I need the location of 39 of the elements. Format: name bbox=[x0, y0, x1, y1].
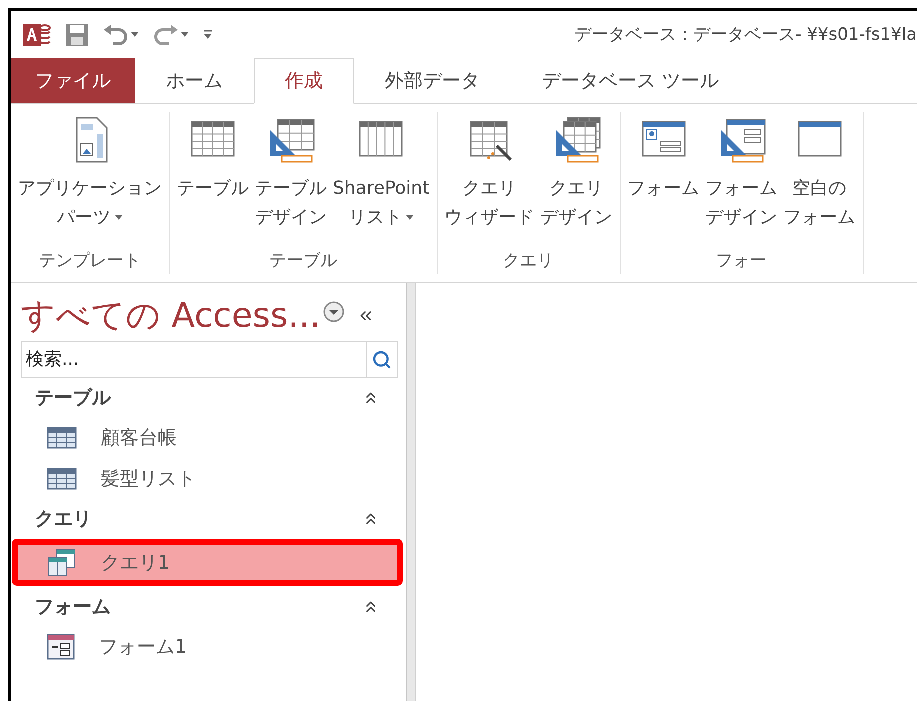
undo-icon[interactable] bbox=[103, 24, 129, 46]
save-icon[interactable] bbox=[65, 22, 89, 46]
query-icon bbox=[47, 548, 77, 576]
customize-toolbar-icon[interactable] bbox=[203, 30, 213, 40]
section-header[interactable]: フォーム bbox=[35, 594, 111, 620]
ribbon-button[interactable]: テーブル bbox=[176, 112, 250, 249]
dropdown-icon[interactable] bbox=[322, 301, 345, 323]
group-label: テーブル bbox=[269, 250, 338, 273]
ribbon-button[interactable]: クエリ デザイン bbox=[540, 112, 614, 249]
table-icon bbox=[47, 468, 77, 490]
search-icon[interactable] bbox=[372, 350, 392, 370]
ribbon-button[interactable]: アプリケーション パーツ bbox=[17, 112, 163, 249]
nav-item[interactable]: クエリ1 bbox=[15, 542, 400, 583]
nav-item[interactable]: フォーム1 bbox=[21, 626, 398, 667]
nav-item[interactable]: 顧客台帳 bbox=[21, 417, 398, 458]
file-tab[interactable]: ファイル bbox=[11, 58, 135, 103]
nav-pane-title: すべての Access... bbox=[21, 295, 321, 338]
ribbon-button[interactable]: SharePoint リスト bbox=[332, 112, 431, 249]
section-header[interactable]: テーブル bbox=[35, 384, 111, 410]
caret-icon bbox=[181, 32, 189, 37]
ribbon-button[interactable]: テーブル デザイン bbox=[254, 112, 328, 249]
section-header[interactable]: クエリ bbox=[35, 506, 92, 532]
nav-item[interactable]: 髪型リスト bbox=[21, 458, 398, 499]
search-field[interactable]: 検索... bbox=[21, 341, 366, 378]
ribbon-button[interactable]: フォーム デザイン bbox=[704, 112, 779, 249]
redo-icon[interactable] bbox=[153, 24, 179, 46]
window-title: データベース：データベース- ¥¥s01-fs1¥la bbox=[574, 24, 917, 46]
group-label: クエリ bbox=[503, 250, 554, 273]
search-button[interactable] bbox=[366, 341, 398, 378]
group-label: テンプレート bbox=[39, 250, 141, 273]
form-icon bbox=[47, 634, 75, 660]
ribbon-button[interactable]: 空白の フォーム bbox=[782, 112, 857, 249]
group-label: フォー bbox=[716, 250, 768, 273]
ribbon-button[interactable]: クエリ ウィザード bbox=[444, 112, 536, 249]
table-icon bbox=[47, 426, 77, 448]
ribbon-button[interactable]: フォーム bbox=[626, 112, 701, 249]
app-logo-icon bbox=[23, 22, 51, 48]
caret-icon bbox=[131, 32, 139, 37]
ribbon-tab[interactable]: 作成 bbox=[254, 58, 354, 104]
